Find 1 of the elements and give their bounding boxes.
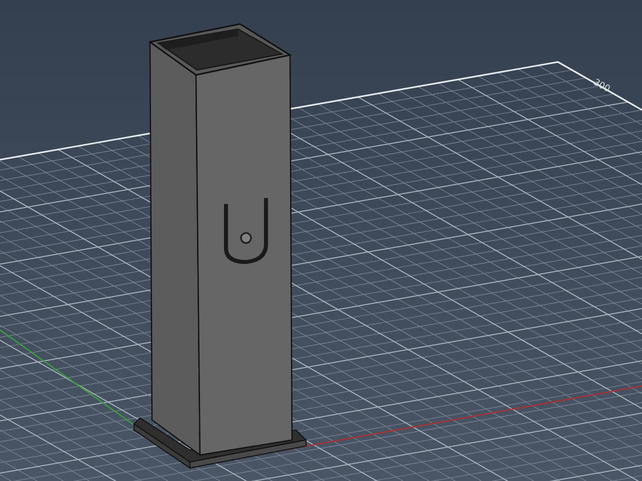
grid-label: 300: [592, 78, 612, 95]
